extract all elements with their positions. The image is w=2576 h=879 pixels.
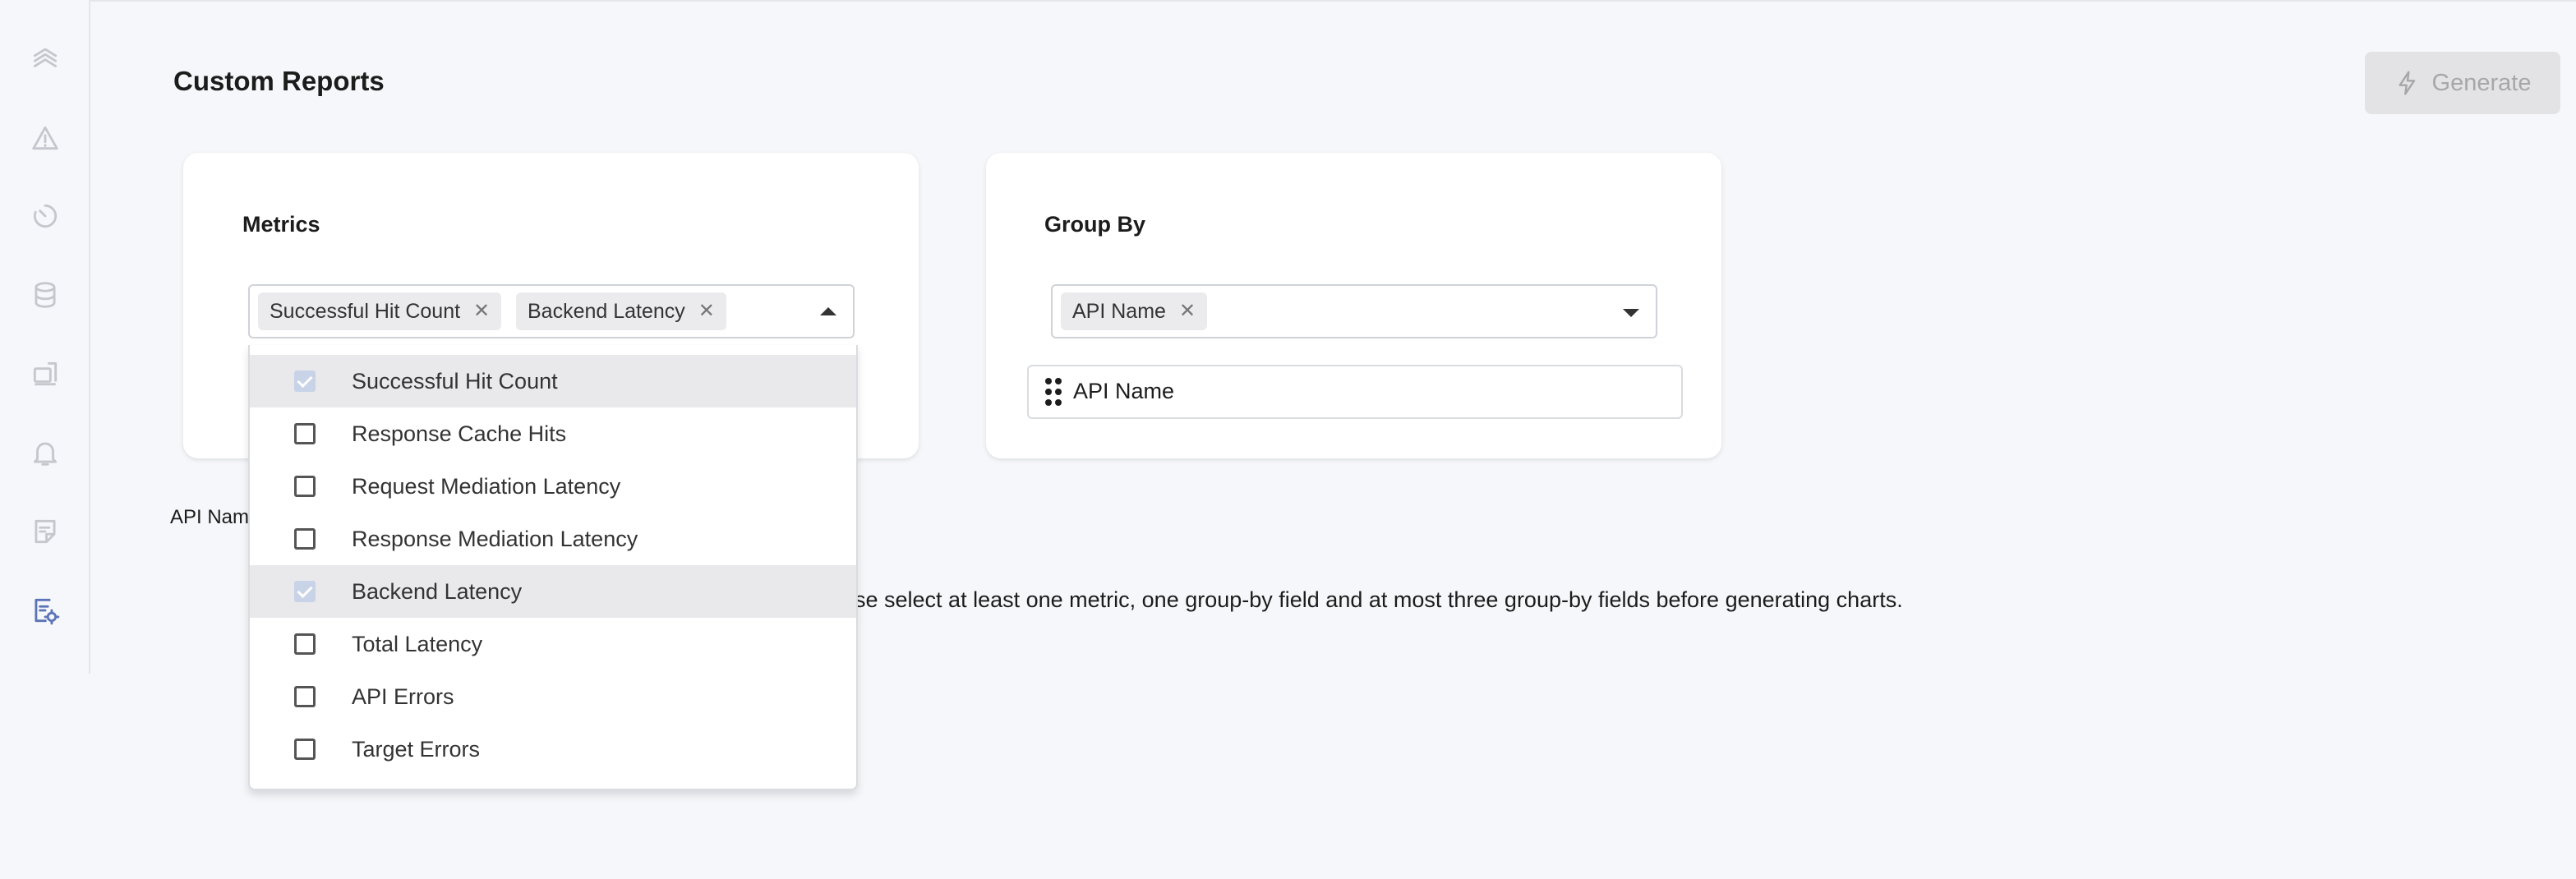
- chevron-up-icon[interactable]: [820, 307, 836, 315]
- checkbox[interactable]: [294, 476, 316, 497]
- metric-option[interactable]: Request Mediation Latency: [250, 460, 856, 513]
- close-icon[interactable]: ✕: [698, 301, 715, 321]
- chevron-down-icon[interactable]: [1623, 309, 1639, 317]
- metric-option-label: Response Mediation Latency: [352, 526, 638, 551]
- metric-option[interactable]: Backend Latency: [250, 565, 856, 618]
- timer-icon[interactable]: [23, 194, 67, 238]
- group-by-chip: API Name ✕: [1061, 292, 1208, 330]
- sidebar: [0, 0, 90, 674]
- group-by-title: Group By: [1044, 212, 1146, 237]
- warning-icon[interactable]: [23, 116, 67, 160]
- metrics-dropdown-list: Successful Hit Count Response Cache Hits…: [248, 345, 858, 790]
- checkbox[interactable]: [294, 423, 316, 444]
- metric-chip: Successful Hit Count ✕: [258, 292, 502, 330]
- top-border: [89, 0, 2576, 2]
- metric-chip-label: Successful Hit Count: [270, 299, 461, 323]
- metric-chip: Backend Latency ✕: [516, 292, 726, 330]
- page-title: Custom Reports: [173, 66, 385, 96]
- drag-handle-icon[interactable]: [1045, 378, 1062, 406]
- group-by-chip-label: API Name: [1072, 299, 1166, 323]
- metric-option-label: Target Errors: [352, 736, 481, 762]
- metric-option-label: Total Latency: [352, 631, 483, 656]
- report-settings-icon[interactable]: [23, 588, 67, 633]
- generate-label: Generate: [2431, 69, 2532, 96]
- checkbox[interactable]: [294, 581, 316, 602]
- group-by-row-label: API Name: [1073, 379, 1175, 403]
- group-by-select[interactable]: API Name ✕: [1051, 284, 1657, 338]
- checkbox[interactable]: [294, 633, 316, 655]
- metric-option-label: API Errors: [352, 683, 454, 709]
- metric-option[interactable]: Response Mediation Latency: [250, 513, 856, 565]
- info-message: se select at least one metric, one group…: [855, 587, 1903, 612]
- checkbox[interactable]: [294, 528, 316, 550]
- metric-option-label: Successful Hit Count: [352, 368, 558, 393]
- metric-option-label: Request Mediation Latency: [352, 473, 621, 499]
- close-icon[interactable]: ✕: [473, 301, 490, 321]
- note-icon[interactable]: [23, 509, 67, 554]
- metric-option[interactable]: Total Latency: [250, 618, 856, 670]
- layers-icon[interactable]: [23, 36, 67, 81]
- metric-option[interactable]: Target Errors: [250, 723, 856, 775]
- close-icon[interactable]: ✕: [1179, 301, 1196, 321]
- checkbox[interactable]: [294, 739, 316, 760]
- group-by-row[interactable]: API Name: [1027, 365, 1683, 419]
- bell-icon[interactable]: [23, 430, 67, 475]
- metric-option[interactable]: Successful Hit Count: [250, 355, 856, 407]
- checkbox[interactable]: [294, 370, 316, 392]
- metric-option[interactable]: API Errors: [250, 670, 856, 723]
- metric-option[interactable]: Response Cache Hits: [250, 407, 856, 460]
- metric-option-label: Backend Latency: [352, 578, 523, 604]
- metric-option-label: Response Cache Hits: [352, 421, 567, 446]
- generate-button[interactable]: Generate: [2365, 52, 2560, 114]
- metrics-title: Metrics: [242, 212, 320, 237]
- checkbox[interactable]: [294, 686, 316, 707]
- metric-chip-label: Backend Latency: [528, 299, 685, 323]
- lightning-icon: [2398, 71, 2415, 95]
- device-icon[interactable]: [23, 352, 67, 396]
- database-icon[interactable]: [23, 273, 67, 317]
- metrics-select[interactable]: Successful Hit Count ✕ Backend Latency ✕: [248, 284, 855, 338]
- selected-group-label: API Nam: [170, 506, 250, 528]
